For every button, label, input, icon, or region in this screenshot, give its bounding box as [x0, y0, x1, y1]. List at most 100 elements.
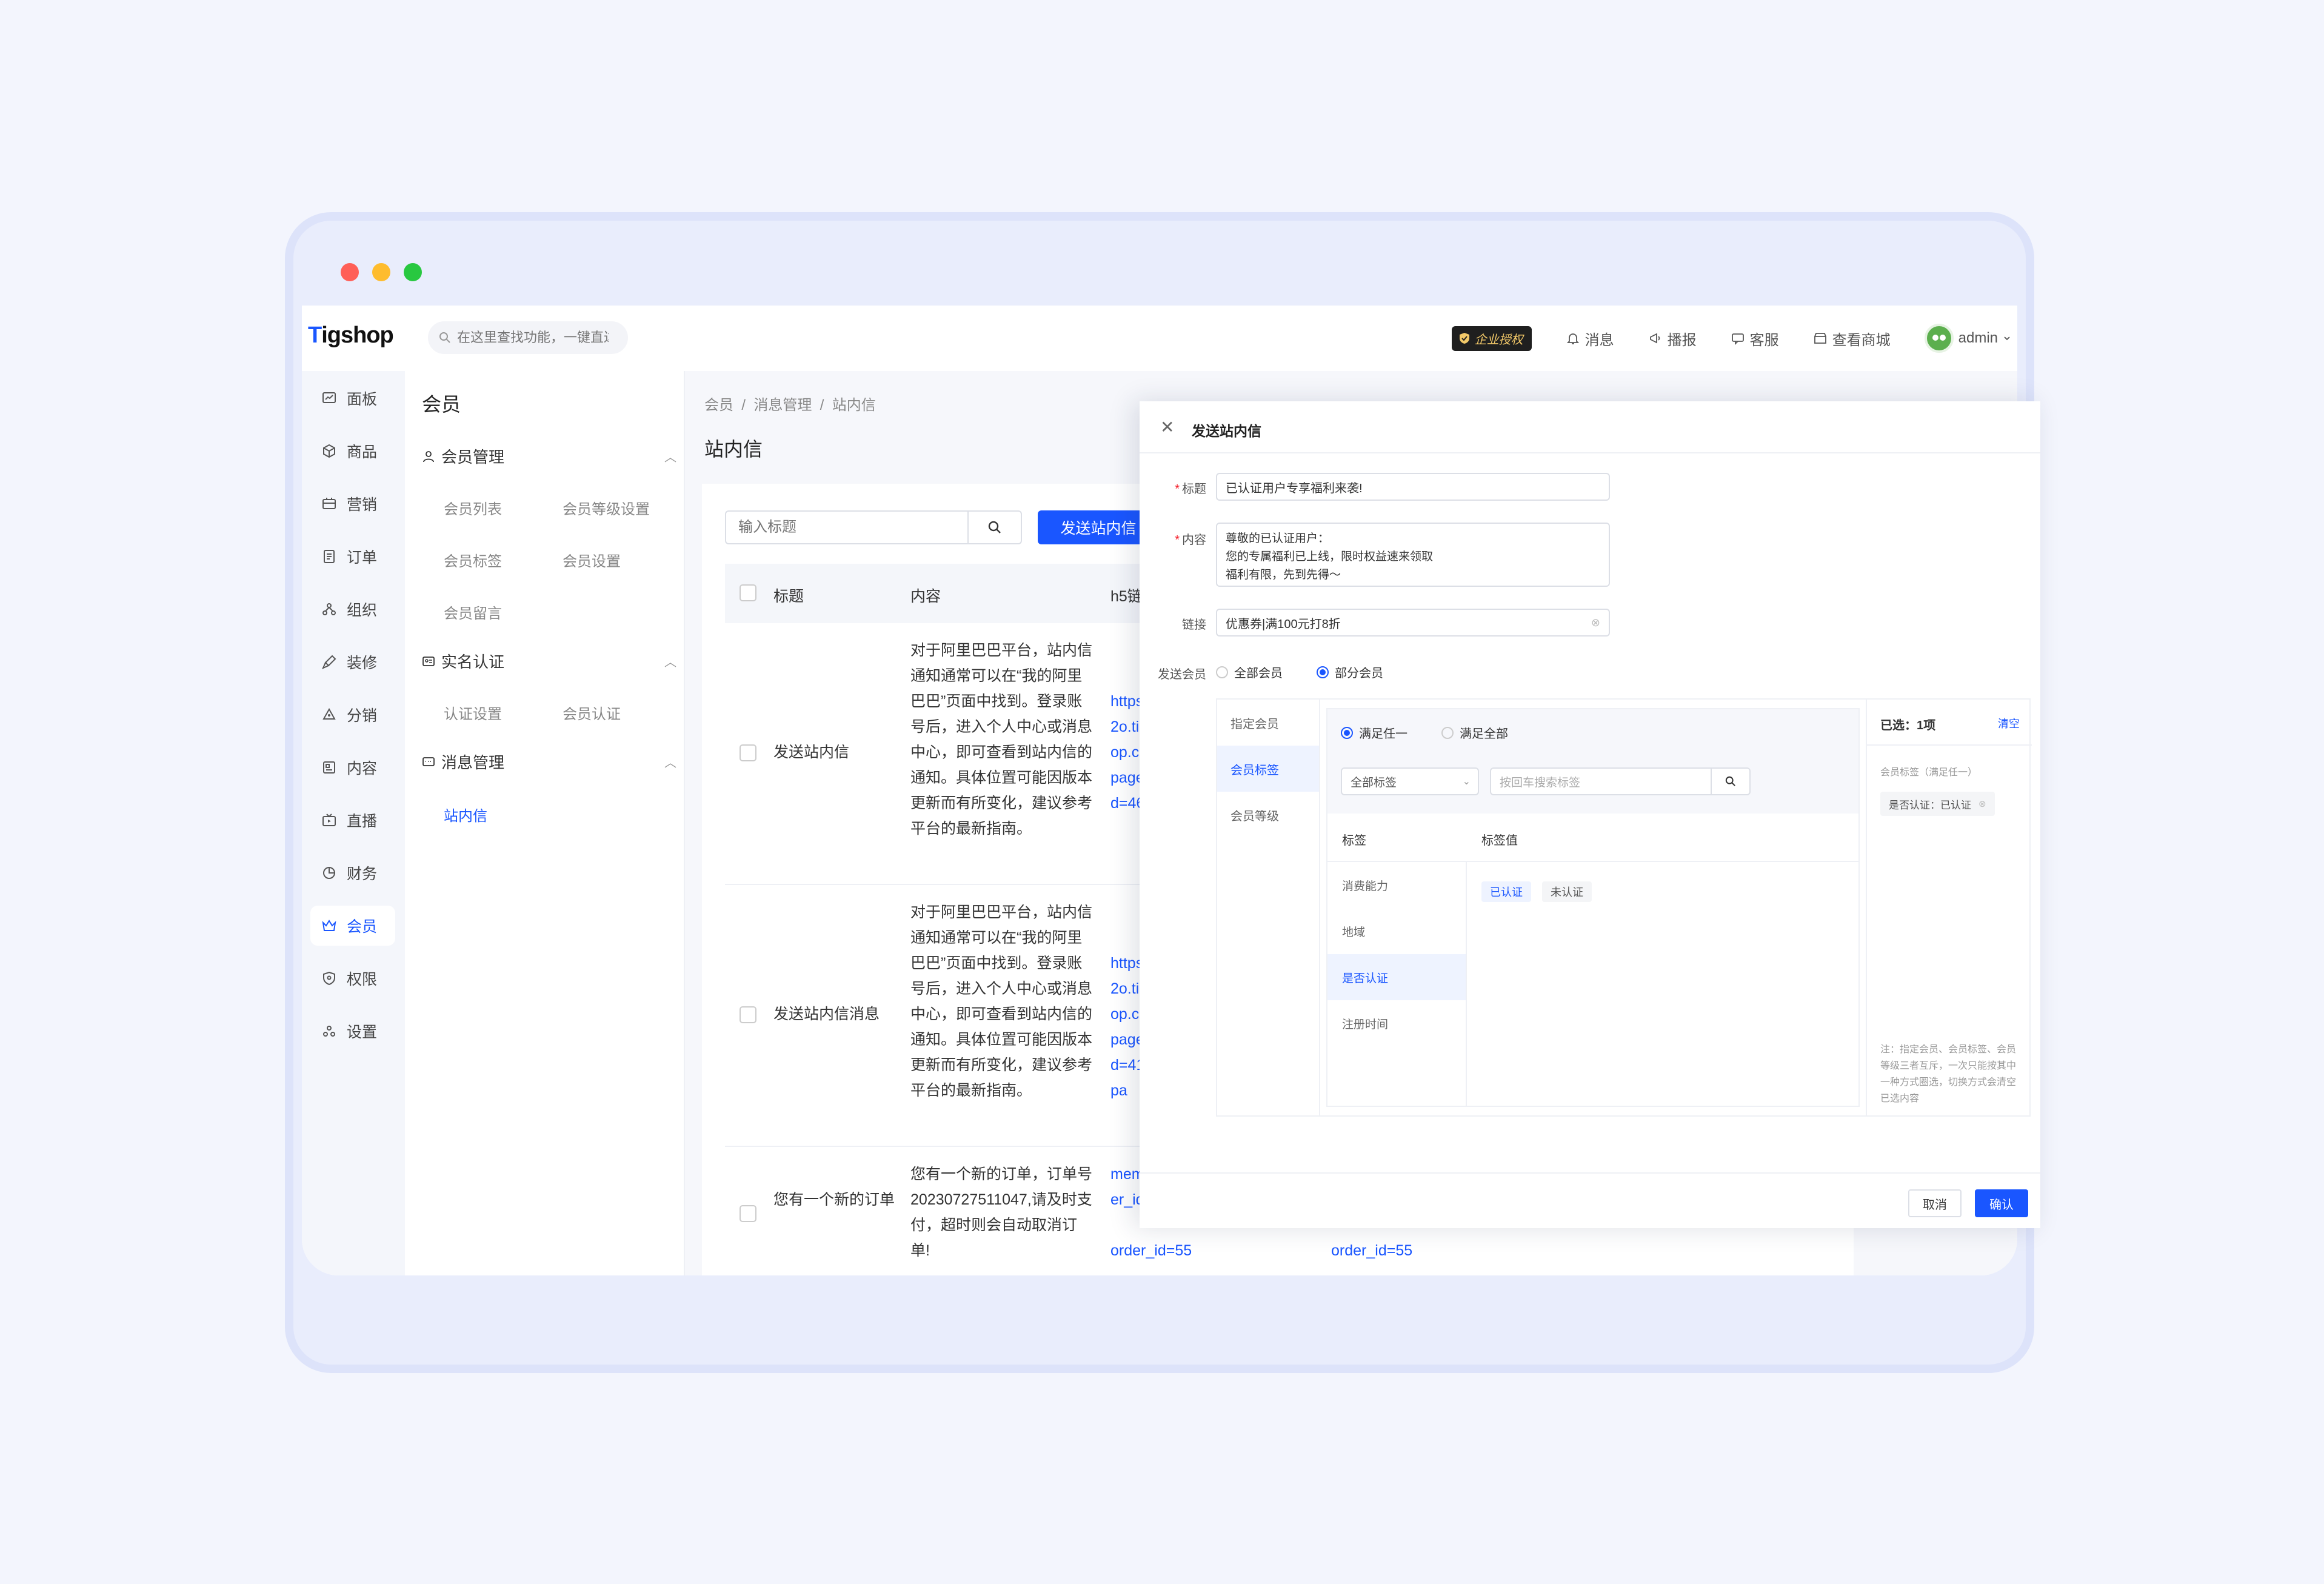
support-button[interactable]: 客服 [1731, 328, 1779, 349]
subnav-title: 会员 [422, 393, 461, 415]
nav-item-products[interactable]: 商品 [310, 431, 395, 471]
drawer-header: ✕ 发送站内信 [1140, 401, 2040, 453]
user-menu[interactable]: admin [1924, 324, 2011, 353]
tag-category-select[interactable]: 全部标签 ⌄ [1341, 767, 1479, 795]
tag-value-chip[interactable]: 已认证 [1481, 881, 1531, 902]
sublink-member-list[interactable]: 会员列表 [444, 497, 502, 518]
tag-item[interactable]: 消费能力 [1327, 862, 1466, 908]
group-member-management[interactable]: 会员管理 ︿ [422, 445, 676, 467]
group-real-name[interactable]: 实名认证 ︿ [422, 650, 676, 672]
nav-item-content[interactable]: 内容 [310, 747, 395, 787]
group-message-management[interactable]: 消息管理 ︿ [422, 750, 676, 773]
radio-icon [1441, 726, 1454, 739]
confirm-button[interactable]: 确认 [1975, 1189, 2028, 1217]
sublink-member-levels[interactable]: 会员等级设置 [563, 497, 650, 518]
match-radio-group: 满足任一 满足全部 [1341, 724, 1508, 741]
clear-circle-icon[interactable]: ⊗ [1591, 617, 1600, 629]
tab-specific-members[interactable]: 指定会员 [1217, 700, 1319, 746]
remove-icon[interactable]: ⊗ [1978, 798, 1986, 809]
breadcrumb-item[interactable]: 消息管理 [753, 397, 812, 413]
tag-item[interactable]: 注册时间 [1327, 1000, 1466, 1046]
member-picker: 指定会员 会员标签 会员等级 满足任一 满足全部 全部标签 ⌄ 按回车搜索标签 [1216, 698, 2032, 1117]
logo[interactable]: Tigshop [308, 322, 394, 349]
nav-item-dashboard[interactable]: 面板 [310, 378, 395, 418]
column-header-content: 内容 [910, 588, 941, 605]
row-h5-link-tail[interactable]: order_id=55 [1110, 1238, 1250, 1263]
tab-member-levels[interactable]: 会员等级 [1217, 792, 1319, 838]
nav-item-finance[interactable]: 财务 [310, 853, 395, 893]
row-content: 对于阿里巴巴平台，站内信通知通常可以在“我的阿里巴巴”页面中找到。登录账号后，进… [910, 642, 1093, 837]
sublink-site-message[interactable]: 站内信 [444, 804, 487, 825]
broadcast-button[interactable]: 播报 [1648, 328, 1697, 349]
link-label-text: 链接 [1182, 618, 1206, 632]
row-link[interactable]: order_id=55 [1331, 1238, 1412, 1263]
chevron-down-icon: ⌄ [1462, 777, 1471, 787]
tag-value-column-header: 标签值 [1481, 834, 1518, 847]
enterprise-badge[interactable]: 企业授权 [1451, 326, 1532, 351]
tag-item[interactable]: 是否认证 [1327, 954, 1466, 1000]
close-dot[interactable] [341, 263, 359, 281]
tab-member-tags[interactable]: 会员标签 [1217, 746, 1319, 792]
row-checkbox[interactable] [740, 1205, 756, 1222]
sublink-member-verify[interactable]: 会员认证 [563, 702, 621, 723]
chevron-up-icon[interactable]: ︿ [664, 652, 676, 670]
messages-button[interactable]: 消息 [1566, 328, 1614, 349]
title-label: * 标题 [1140, 479, 1206, 496]
minimize-dot[interactable] [372, 263, 390, 281]
nav-item-organization[interactable]: 组织 [310, 589, 395, 629]
tag-list: 消费能力 地域 是否认证 注册时间 [1327, 862, 1467, 1106]
sublink-member-tags[interactable]: 会员标签 [444, 549, 502, 570]
sublink-member-settings[interactable]: 会员设置 [563, 549, 621, 570]
title-field[interactable]: 已认证用户专享福利来袭! [1216, 473, 1610, 501]
breadcrumb-item[interactable]: 会员 [704, 397, 733, 413]
nav-item-distribution[interactable]: 分销 [310, 695, 395, 735]
maximize-dot[interactable] [404, 263, 422, 281]
cancel-button[interactable]: 取消 [1908, 1189, 1962, 1217]
global-search[interactable] [428, 321, 628, 354]
chevron-up-icon[interactable]: ︿ [664, 447, 676, 465]
row-checkbox[interactable] [740, 744, 756, 761]
row-checkbox[interactable] [740, 1006, 756, 1023]
tag-search-placeholder: 按回车搜索标签 [1500, 776, 1581, 789]
selected-header: 已选：1项 清空 [1867, 700, 2032, 746]
required-mark: * [1175, 483, 1180, 496]
radio-match-all[interactable]: 满足全部 [1441, 724, 1508, 741]
store-icon [1814, 333, 1826, 344]
content-textarea[interactable]: 尊敬的已认证用户： 您的专属福利已上线，限时权益速来领取 福利有限，先到先得～ [1216, 523, 1610, 587]
title-filter-input[interactable] [725, 510, 969, 544]
nav-item-permissions[interactable]: 权限 [310, 958, 395, 998]
sublink-verify-settings[interactable]: 认证设置 [444, 702, 502, 723]
filter-search-button[interactable] [969, 510, 1022, 544]
content-label-text: 内容 [1182, 533, 1206, 547]
crown-icon [321, 918, 337, 934]
nav-item-live[interactable]: 直播 [310, 800, 395, 840]
nav-item-marketing[interactable]: 营销 [310, 484, 395, 524]
nav-item-settings[interactable]: 设置 [310, 1011, 395, 1051]
tag-value-chip[interactable]: 未认证 [1542, 881, 1592, 902]
radio-all-members[interactable]: 全部会员 [1216, 663, 1283, 681]
content-line: 福利有限，先到先得～ [1226, 569, 1341, 581]
global-search-input[interactable] [457, 330, 609, 346]
radio-match-any[interactable]: 满足任一 [1341, 724, 1407, 741]
tag-search-button[interactable] [1711, 767, 1751, 795]
broadcast-icon [1649, 333, 1660, 344]
selected-panel: 已选：1项 清空 会员标签（满足任一） 是否认证：已认证 ⊗ 注：指定会员、会员… [1866, 700, 2032, 1115]
close-icon[interactable]: ✕ [1160, 417, 1174, 437]
nav-item-orders[interactable]: 订单 [310, 536, 395, 576]
radio-partial-members[interactable]: 部分会员 [1317, 663, 1383, 681]
tag-column-header: 标签 [1342, 834, 1366, 847]
nav-label: 内容 [347, 760, 378, 777]
radio-icon [1317, 666, 1329, 678]
drawer-footer: 取消 确认 [1140, 1172, 2040, 1228]
select-all-checkbox[interactable] [740, 584, 756, 601]
sublink-member-messages[interactable]: 会员留言 [444, 601, 502, 623]
breadcrumb-current: 站内信 [832, 397, 876, 413]
nav-item-members[interactable]: 会员 [310, 906, 395, 946]
view-store-button[interactable]: 查看商城 [1813, 328, 1891, 349]
chevron-up-icon[interactable]: ︿ [664, 753, 676, 770]
link-field[interactable]: 优惠券|满100元打8折 ⊗ [1216, 609, 1610, 637]
tag-item[interactable]: 地域 [1327, 908, 1466, 954]
tag-search-input[interactable]: 按回车搜索标签 [1490, 767, 1712, 795]
nav-item-decoration[interactable]: 装修 [310, 642, 395, 682]
clear-selection-link[interactable]: 清空 [1998, 715, 2020, 731]
